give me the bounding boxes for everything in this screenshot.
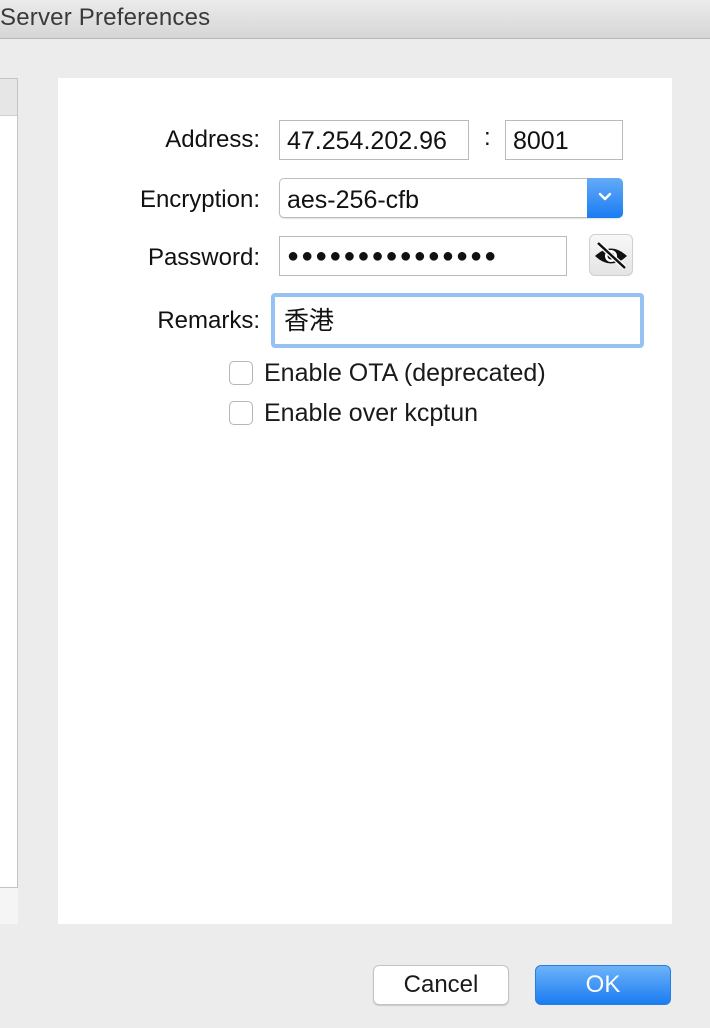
password-label: Password: <box>147 244 260 271</box>
encryption-select[interactable]: aes-256-cfb <box>279 178 623 218</box>
server-settings-panel: Address: 47.254.202.96 : 8001 Encryption… <box>58 78 672 924</box>
chevron-down-icon[interactable] <box>587 178 623 218</box>
encryption-label: Encryption: <box>139 186 260 213</box>
port-separator: : <box>484 124 491 151</box>
remarks-field[interactable]: 香港 <box>271 293 644 348</box>
ok-button[interactable]: OK <box>535 965 671 1005</box>
kcptun-checkbox[interactable] <box>229 401 253 425</box>
server-list-footer <box>0 888 18 924</box>
ota-checkbox[interactable] <box>229 361 253 385</box>
eye-slash-icon <box>595 241 627 270</box>
title-bar[interactable]: Server Preferences <box>0 0 710 39</box>
server-preferences-window: Server Preferences Address: 47.254.202.9… <box>0 0 710 1028</box>
remarks-label: Remarks: <box>157 307 260 334</box>
toggle-password-visibility-button[interactable] <box>589 234 633 276</box>
password-field[interactable]: ●●●●●●●●●●●●●●● <box>279 236 567 276</box>
kcptun-checkbox-label[interactable]: Enable over kcptun <box>264 399 478 428</box>
server-list-selected-row[interactable] <box>0 79 17 116</box>
window-title: Server Preferences <box>0 4 211 31</box>
address-label: Address: <box>165 126 260 153</box>
encryption-selected-value: aes-256-cfb <box>287 186 420 214</box>
server-list[interactable] <box>0 78 18 888</box>
port-field[interactable]: 8001 <box>505 120 623 160</box>
ota-checkbox-label[interactable]: Enable OTA (deprecated) <box>264 359 546 388</box>
cancel-button[interactable]: Cancel <box>373 965 509 1005</box>
address-field[interactable]: 47.254.202.96 <box>279 120 469 160</box>
